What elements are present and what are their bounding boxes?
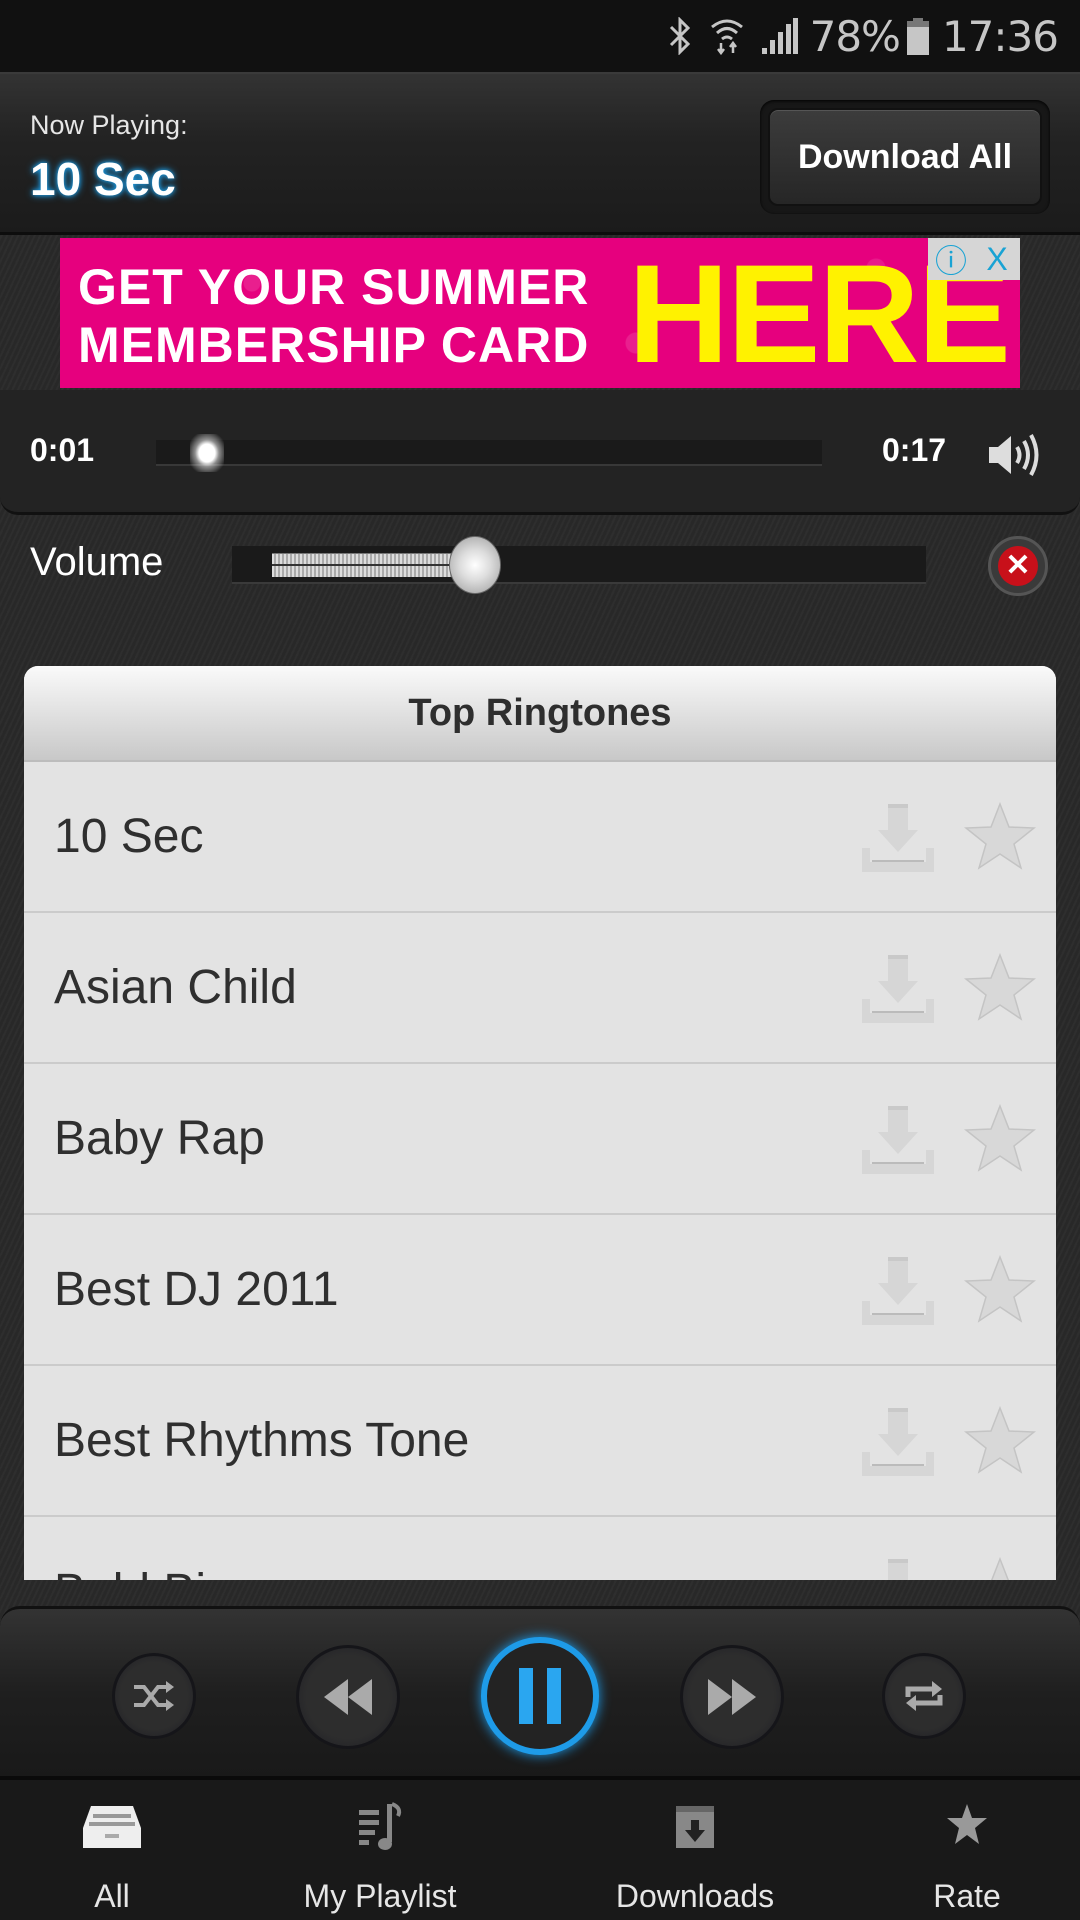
list-item[interactable]: Best DJ 2011 [24, 1215, 1056, 1366]
now-playing-label: Now Playing: [30, 110, 188, 140]
volume-fill [272, 553, 475, 577]
volume-handle[interactable] [448, 536, 501, 594]
download-all-button[interactable]: Download All [768, 108, 1042, 206]
download-all-frame: Download All [760, 100, 1050, 214]
now-playing-title: 10 Sec [30, 153, 176, 205]
signal-icon [761, 18, 798, 54]
repeat-icon [905, 1681, 943, 1711]
favorite-star-icon[interactable] [963, 1103, 1037, 1177]
ringtone-name: 10 Sec [54, 810, 204, 863]
rewind-button[interactable] [296, 1645, 400, 1749]
status-bar: 78% 17:36 [0, 0, 1080, 72]
playback-controls [0, 1606, 1080, 1776]
nav-item-all[interactable]: All [40, 1780, 184, 1920]
rewind-icon [324, 1679, 372, 1715]
pause-icon [519, 1668, 561, 1724]
list-title: Top Ringtones [24, 666, 1056, 762]
current-time: 0:01 [30, 432, 95, 468]
ringtone-name: Baby Rap [54, 1112, 265, 1165]
download-icon[interactable] [862, 1257, 934, 1330]
download-icon[interactable] [862, 1408, 934, 1481]
total-time: 0:17 [882, 432, 947, 468]
shuffle-button[interactable] [112, 1653, 196, 1739]
download-icon[interactable] [862, 1559, 934, 1580]
ringtone-list: Top Ringtones 10 Sec Asian Child Baby Ra… [24, 666, 1056, 1580]
ringtone-name: Bold Bi... [54, 1564, 246, 1580]
volume-label: Volume [30, 540, 164, 584]
inbox-icon [81, 1802, 143, 1861]
volume-slider[interactable] [232, 536, 926, 594]
playlist-icon [357, 1802, 403, 1857]
nav-label: Downloads [615, 1878, 775, 1914]
list-item[interactable]: Best Rhythms Tone [24, 1366, 1056, 1517]
fast-forward-button[interactable] [680, 1645, 784, 1749]
favorite-star-icon[interactable] [963, 1405, 1037, 1479]
pause-button[interactable] [481, 1637, 599, 1755]
seek-handle[interactable] [189, 434, 224, 472]
nav-label: All [94, 1878, 130, 1914]
list-item[interactable]: Baby Rap [24, 1064, 1056, 1215]
bluetooth-icon [668, 17, 692, 55]
ringtone-name: Best Rhythms Tone [54, 1414, 470, 1467]
downloads-icon [672, 1802, 718, 1857]
favorite-star-icon[interactable] [963, 1254, 1037, 1328]
list-item[interactable]: Bold Bi... [24, 1517, 1056, 1580]
download-icon[interactable] [862, 804, 934, 877]
star-icon [945, 1802, 989, 1851]
nav-label: My Playlist [303, 1878, 457, 1914]
ad-controls: ⓘ X [928, 238, 1020, 280]
fast-forward-icon [708, 1679, 756, 1715]
nav-item-downloads[interactable]: Downloads [595, 1780, 795, 1920]
playback-progress-panel: 0:01 0:17 [0, 390, 1080, 515]
ringtone-name: Asian Child [54, 961, 297, 1014]
nav-item-rate[interactable]: Rate [895, 1780, 1039, 1920]
ad-text-line2: MEMBERSHIP CARD [78, 317, 590, 373]
favorite-star-icon[interactable] [963, 801, 1037, 875]
speaker-icon[interactable] [985, 430, 1041, 485]
battery-percent: 78% [809, 11, 901, 61]
ad-banner[interactable]: GET YOUR SUMMER MEMBERSHIP CARD HERE! ⓘ … [60, 238, 1020, 388]
nav-label: Rate [933, 1878, 1001, 1914]
ringtone-name: Best DJ 2011 [54, 1263, 339, 1316]
close-icon: ✕ [998, 546, 1038, 586]
bottom-navigation: All My Playlist Downloads Rate [0, 1776, 1080, 1920]
close-player-button[interactable]: ✕ [988, 536, 1048, 596]
favorite-star-icon[interactable] [964, 1556, 1036, 1580]
wifi-icon [710, 17, 744, 55]
download-icon[interactable] [862, 1106, 934, 1179]
clock: 17:36 [941, 11, 1059, 61]
ad-info-icon[interactable]: ⓘ [928, 238, 974, 280]
list-item[interactable]: Asian Child [24, 913, 1056, 1064]
list-item[interactable]: 10 Sec [24, 762, 1056, 913]
shuffle-icon [134, 1681, 174, 1711]
ad-text-line1: GET YOUR SUMMER [78, 259, 590, 315]
nav-item-my-playlist[interactable]: My Playlist [280, 1780, 480, 1920]
seek-bar[interactable] [156, 434, 822, 472]
now-playing-header: Now Playing: 10 Sec Download All [0, 72, 1080, 235]
ad-close-icon[interactable]: X [974, 238, 1020, 280]
download-icon[interactable] [862, 955, 934, 1028]
repeat-button[interactable] [882, 1653, 966, 1739]
battery-icon [906, 17, 930, 55]
favorite-star-icon[interactable] [963, 952, 1037, 1026]
